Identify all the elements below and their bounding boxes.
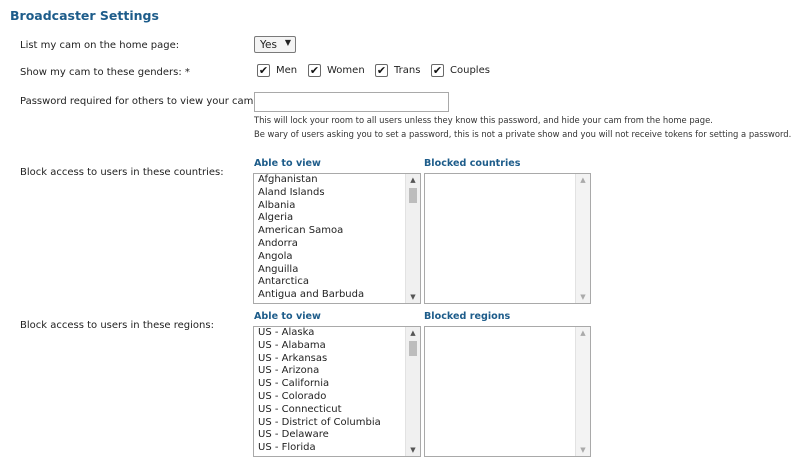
regions-blocked-list[interactable]: ▲ ▼	[424, 326, 591, 457]
list-item[interactable]: Albania	[258, 200, 364, 213]
regions-able-header: Able to view	[254, 311, 321, 322]
scroll-down-icon[interactable]: ▼	[406, 444, 420, 456]
list-item[interactable]: Aland Islands	[258, 187, 364, 200]
countries-able-list[interactable]: Afghanistan Aland Islands Albania Algeria Am…	[253, 173, 421, 304]
scroll-up-icon[interactable]: ▲	[576, 327, 590, 339]
scrollbar[interactable]: ▲ ▼	[405, 174, 420, 303]
scroll-thumb[interactable]	[409, 341, 417, 356]
home-page-select[interactable]: Yes ▼	[254, 36, 296, 53]
home-page-select-value: Yes	[260, 38, 277, 51]
scrollbar[interactable]: ▲ ▼	[575, 327, 590, 456]
list-item[interactable]: US - Connecticut	[258, 404, 381, 417]
list-item[interactable]: Antarctica	[258, 276, 364, 289]
scroll-up-icon[interactable]: ▲	[406, 327, 420, 339]
regions-able-items: US - Alaska US - Alabama US - Arkansas US -…	[258, 327, 381, 455]
gender-checkbox-trans[interactable]: ✔ Trans	[375, 64, 420, 77]
list-item[interactable]: US - California	[258, 378, 381, 391]
scroll-down-icon[interactable]: ▼	[576, 291, 590, 303]
list-item[interactable]: US - Delaware	[258, 429, 381, 442]
list-item[interactable]: Afghanistan	[258, 174, 364, 187]
scrollbar[interactable]: ▲ ▼	[405, 327, 420, 456]
list-item[interactable]: Andorra	[258, 238, 364, 251]
gender-checkbox-couples[interactable]: ✔ Couples	[431, 64, 490, 77]
list-item[interactable]: US - Alaska	[258, 327, 381, 340]
list-item[interactable]: Antigua and Barbuda	[258, 289, 364, 302]
genders-label: Show my cam to these genders: *	[20, 67, 190, 78]
gender-checkbox-women[interactable]: ✔ Women	[308, 64, 365, 77]
list-item[interactable]: US - Alabama	[258, 340, 381, 353]
scroll-up-icon[interactable]: ▲	[576, 174, 590, 186]
checkmark-icon[interactable]: ✔	[257, 64, 270, 77]
countries-blocked-header: Blocked countries	[424, 158, 521, 169]
gender-label-women: Women	[327, 65, 365, 76]
list-item[interactable]: Algeria	[258, 212, 364, 225]
scroll-down-icon[interactable]: ▼	[406, 291, 420, 303]
home-page-label: List my cam on the home page:	[20, 40, 180, 51]
scroll-up-icon[interactable]: ▲	[406, 174, 420, 186]
countries-label: Block access to users in these countries…	[20, 167, 224, 178]
list-item[interactable]: American Samoa	[258, 225, 364, 238]
countries-able-items: Afghanistan Aland Islands Albania Algeria Am…	[258, 174, 364, 302]
list-item[interactable]: US - Florida	[258, 442, 381, 455]
scroll-down-icon[interactable]: ▼	[576, 444, 590, 456]
scroll-thumb[interactable]	[409, 188, 417, 203]
checkmark-icon[interactable]: ✔	[375, 64, 388, 77]
countries-able-header: Able to view	[254, 158, 321, 169]
list-item[interactable]: US - District of Columbia	[258, 417, 381, 430]
chevron-down-icon: ▼	[284, 38, 291, 47]
regions-blocked-header: Blocked regions	[424, 311, 511, 322]
password-note-2: Be wary of users asking you to set a pas…	[254, 129, 792, 139]
scrollbar[interactable]: ▲ ▼	[575, 174, 590, 303]
gender-label-couples: Couples	[450, 65, 490, 76]
password-label: Password required for others to view you…	[20, 96, 257, 107]
password-input[interactable]	[254, 92, 449, 112]
checkmark-icon[interactable]: ✔	[431, 64, 444, 77]
list-item[interactable]: US - Arizona	[258, 365, 381, 378]
list-item[interactable]: US - Colorado	[258, 391, 381, 404]
list-item[interactable]: Angola	[258, 251, 364, 264]
page-title: Broadcaster Settings	[10, 8, 159, 23]
regions-able-list[interactable]: US - Alaska US - Alabama US - Arkansas US -…	[253, 326, 421, 457]
password-note-1: This will lock your room to all users un…	[254, 115, 713, 125]
regions-label: Block access to users in these regions:	[20, 320, 214, 331]
gender-checkbox-men[interactable]: ✔ Men	[257, 64, 297, 77]
list-item[interactable]: US - Arkansas	[258, 353, 381, 366]
gender-label-trans: Trans	[394, 65, 421, 76]
countries-blocked-list[interactable]: ▲ ▼	[424, 173, 591, 304]
checkmark-icon[interactable]: ✔	[308, 64, 321, 77]
gender-label-men: Men	[276, 65, 298, 76]
list-item[interactable]: Anguilla	[258, 264, 364, 277]
